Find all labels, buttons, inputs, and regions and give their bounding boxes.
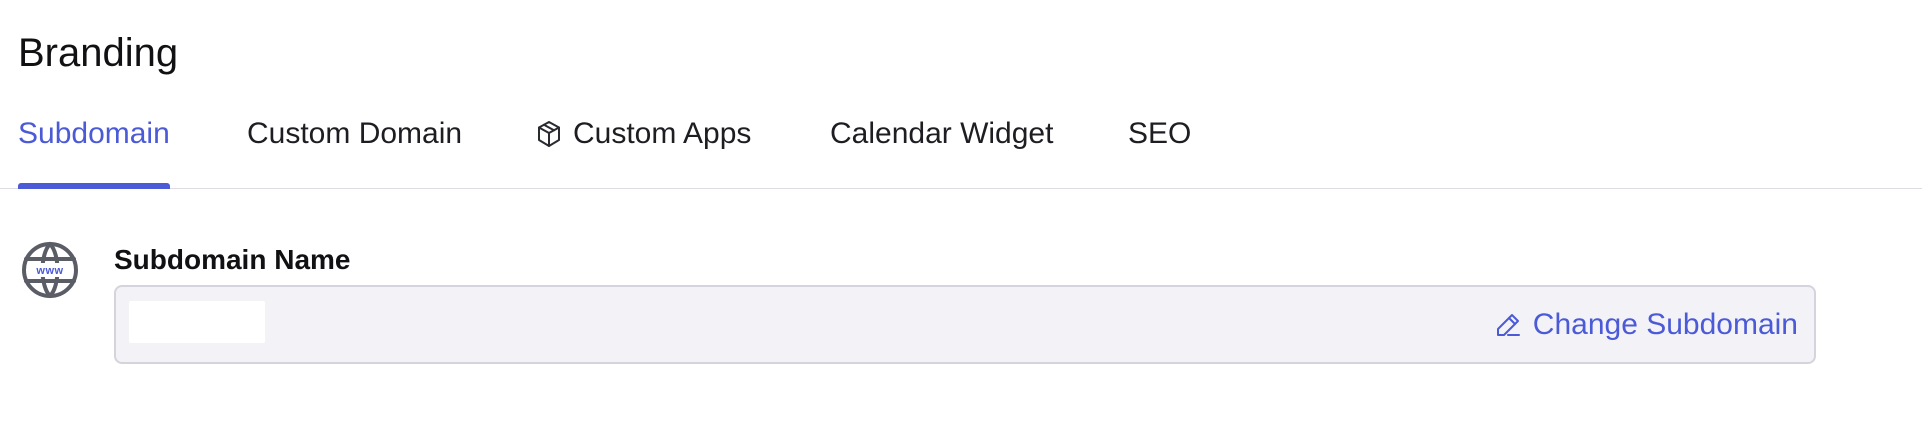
svg-text:www: www [35, 265, 63, 277]
page-title: Branding [18, 31, 179, 75]
active-tab-indicator [18, 183, 170, 189]
tab-label: Custom Domain [247, 117, 463, 150]
tab-label: Calendar Widget [830, 117, 1054, 150]
subdomain-field: Change Subdomain [114, 285, 1816, 364]
tab-subdomain[interactable]: Subdomain [18, 108, 170, 189]
tab-label: SEO [1128, 117, 1192, 150]
change-subdomain-button[interactable]: Change Subdomain [1493, 287, 1798, 362]
tab-label: Subdomain [18, 117, 170, 150]
pencil-icon [1493, 310, 1523, 340]
tab-calendar-widget[interactable]: Calendar Widget [830, 108, 1053, 188]
globe-www-icon: www [20, 240, 80, 300]
subdomain-value [129, 301, 265, 343]
branding-page: Branding Subdomain Custom Domain Custom … [0, 0, 1922, 442]
subdomain-name-label: Subdomain Name [114, 244, 351, 275]
tab-bar: Subdomain Custom Domain Custom Apps Cale… [0, 108, 1922, 189]
tab-label: Custom Apps [573, 117, 752, 150]
change-subdomain-label: Change Subdomain [1532, 307, 1798, 341]
tab-seo[interactable]: SEO [1128, 108, 1191, 188]
tab-custom-apps[interactable]: Custom Apps [535, 108, 751, 188]
tab-custom-domain[interactable]: Custom Domain [247, 108, 462, 188]
cube-icon [535, 114, 563, 154]
